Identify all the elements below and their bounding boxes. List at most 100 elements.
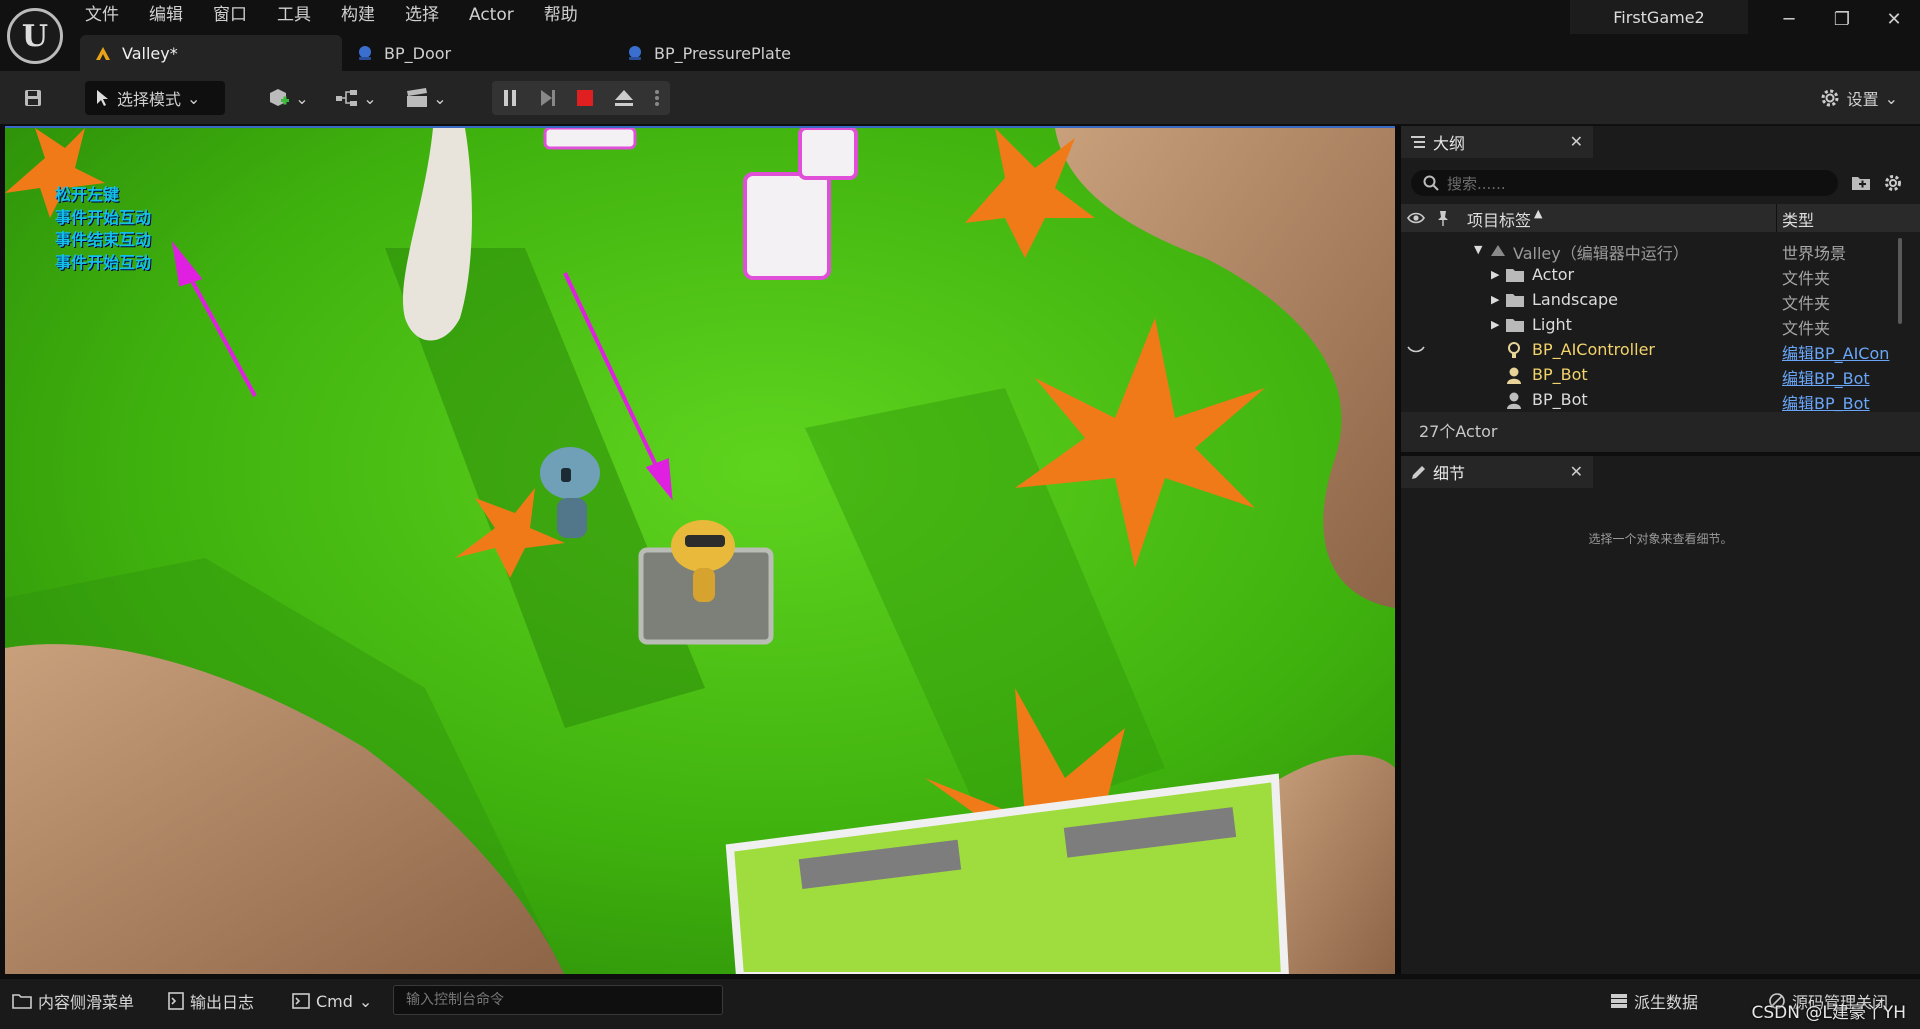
content-drawer-button[interactable]: 内容侧滑菜单 [12, 985, 134, 1017]
outliner-row-world[interactable]: ▼ Valley（编辑器中运行） 世界场景 [1401, 238, 1920, 263]
restore-button[interactable]: ❐ [1826, 6, 1858, 34]
row-label: Light [1532, 315, 1572, 334]
outliner-column-header: 项目标签 ▲ 类型 [1401, 204, 1920, 232]
gear-icon[interactable] [1883, 173, 1903, 193]
details-empty-message: 选择一个对象来查看细节。 [1588, 532, 1733, 546]
pause-icon[interactable] [502, 88, 518, 108]
outliner-scrollbar[interactable] [1898, 238, 1902, 324]
tab-bp-door[interactable]: BP_Door [342, 35, 612, 71]
console-command-input[interactable]: 输入控制台命令 [393, 985, 723, 1015]
tab-valley[interactable]: Valley* [80, 35, 342, 71]
stop-icon[interactable] [576, 89, 594, 107]
add-actor-button[interactable]: ⌄ [262, 81, 314, 115]
menu-file[interactable]: 文件 [70, 0, 134, 30]
folder-icon [1506, 294, 1524, 307]
folder-icon [1506, 269, 1524, 282]
actor-count: 27个Actor [1401, 412, 1920, 452]
menu-actor[interactable]: Actor [454, 0, 529, 30]
menu-help[interactable]: 帮助 [529, 0, 593, 30]
menu-select[interactable]: 选择 [390, 0, 454, 30]
pin-icon[interactable] [1437, 210, 1449, 226]
chevron-down-icon: ⌄ [1884, 88, 1898, 108]
step-frame-icon[interactable] [537, 88, 557, 108]
eye-icon[interactable] [1407, 211, 1425, 225]
mode-select-dropdown[interactable]: 选择模式 ⌄ [85, 81, 225, 115]
outliner-row-folder[interactable]: ▶ Light 文件夹 [1401, 313, 1920, 338]
settings-button[interactable]: 设置 ⌄ [1819, 81, 1898, 115]
blueprint-graph-icon [336, 90, 358, 106]
close-icon[interactable]: ✕ [1570, 132, 1583, 151]
chevron-down-icon: ⌄ [295, 88, 309, 108]
content-drawer-label: 内容侧滑菜单 [38, 993, 135, 1012]
minimize-button[interactable]: ─ [1773, 6, 1805, 34]
debug-message: 事件结束互动 [55, 230, 152, 249]
cmd-dropdown[interactable]: Cmd ⌄ [292, 985, 372, 1017]
chevron-down-icon: ⌄ [363, 88, 377, 108]
close-icon[interactable]: ✕ [1570, 462, 1583, 481]
outliner-row-actor[interactable]: BP_Bot 编辑BP_Bot [1401, 363, 1920, 388]
blueprint-icon [629, 46, 641, 60]
search-icon [1423, 175, 1439, 191]
content-drawer-icon [12, 994, 32, 1009]
output-log-button[interactable]: 输出日志 [168, 985, 254, 1017]
details-tab[interactable]: 细节 ✕ [1401, 456, 1593, 488]
door-prop [743, 172, 831, 280]
search-placeholder: 搜索...... [1447, 174, 1506, 193]
blueprint-menu-button[interactable]: ⌄ [330, 81, 382, 115]
more-options-icon[interactable] [654, 88, 660, 108]
menu-window[interactable]: 窗口 [198, 0, 262, 30]
chevron-right-icon[interactable]: ▶ [1491, 293, 1499, 306]
menu-build[interactable]: 构建 [326, 0, 390, 30]
row-type: 文件夹 [1782, 269, 1831, 288]
column-type[interactable]: 类型 [1782, 207, 1814, 231]
controller-icon [1508, 342, 1520, 358]
title-bar: U 文件 编辑 窗口 工具 构建 选择 Actor 帮助 Valley* BP_… [0, 0, 1920, 71]
menu-edit[interactable]: 编辑 [134, 0, 198, 30]
clapperboard-icon [407, 88, 428, 107]
gear-icon [1821, 89, 1839, 107]
game-scene [5, 128, 1395, 974]
outliner-tab[interactable]: 大纲 ✕ [1401, 126, 1593, 158]
world-icon [1491, 245, 1505, 256]
hidden-eye-icon[interactable] [1407, 345, 1425, 355]
debug-message: 松开左键 [55, 185, 120, 204]
tab-label: Valley* [122, 43, 178, 63]
row-type: 世界场景 [1782, 244, 1847, 263]
output-log-icon [168, 992, 184, 1010]
add-folder-icon[interactable] [1851, 174, 1871, 192]
row-label: BP_Bot [1532, 390, 1588, 409]
outliner-search-input[interactable]: 搜索...... [1411, 170, 1838, 196]
close-button[interactable]: ✕ [1878, 6, 1910, 34]
tab-bp-pressureplate[interactable]: BP_PressurePlate [612, 35, 862, 71]
debug-message: 事件开始互动 [55, 252, 152, 272]
watermark: CSDN @L建豪丫YH [1751, 1003, 1906, 1023]
chevron-down-icon[interactable]: ▼ [1474, 243, 1482, 256]
level-viewport[interactable]: 松开左键 事件开始互动 事件结束互动 事件开始互动 [5, 126, 1395, 974]
derived-data-button[interactable]: 派生数据 [1610, 985, 1698, 1017]
outliner-row-actor[interactable]: BP_Bot 编辑BP_Bot [1401, 388, 1920, 413]
level-icon [96, 47, 110, 60]
menu-tools[interactable]: 工具 [262, 0, 326, 30]
chevron-right-icon[interactable]: ▶ [1491, 318, 1499, 331]
tab-label: BP_PressurePlate [654, 43, 791, 63]
outliner-row-folder[interactable]: ▶ Landscape 文件夹 [1401, 288, 1920, 313]
row-label: Actor [1532, 265, 1575, 284]
cinematics-button[interactable]: ⌄ [400, 81, 452, 115]
main-toolbar: 选择模式 ⌄ ⌄ ⌄ ⌄ 设置 ⌄ [0, 71, 1920, 125]
outliner-row-folder[interactable]: ▶ Actor 文件夹 [1401, 263, 1920, 288]
column-label[interactable]: 项目标签 [1467, 207, 1531, 231]
chevron-right-icon[interactable]: ▶ [1491, 268, 1499, 281]
edit-blueprint-link[interactable]: 编辑BP_Bot [1782, 390, 1870, 414]
cursor-icon [97, 90, 108, 106]
folder-icon [1506, 319, 1524, 332]
eject-icon[interactable] [613, 88, 635, 108]
unreal-logo-icon[interactable]: U [7, 8, 63, 64]
edit-blueprint-link[interactable]: 编辑BP_AICon [1782, 340, 1889, 364]
add-cube-icon [270, 89, 290, 106]
output-log-label: 输出日志 [190, 993, 255, 1012]
edit-blueprint-link[interactable]: 编辑BP_Bot [1782, 365, 1870, 389]
outliner-row-actor[interactable]: BP_AIController 编辑BP_AICon [1401, 338, 1920, 363]
save-icon[interactable] [18, 81, 48, 115]
pawn-icon [1507, 367, 1521, 384]
main-menu: 文件 编辑 窗口 工具 构建 选择 Actor 帮助 [70, 0, 593, 30]
